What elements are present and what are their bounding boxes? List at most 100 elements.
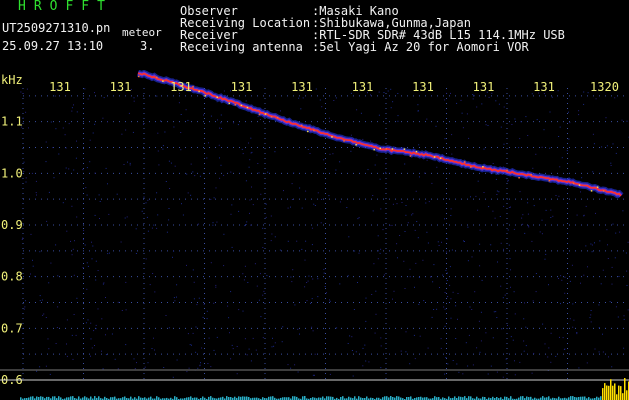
noise-dot: [242, 273, 244, 275]
noise-dot: [609, 301, 611, 303]
noise-dot: [583, 91, 585, 93]
noise-dot: [347, 343, 349, 344]
noise-dot: [364, 344, 366, 346]
level-bar: [542, 396, 544, 400]
noise-dot: [583, 274, 585, 276]
trace-speckle: [331, 136, 333, 138]
noise-dot: [349, 335, 351, 337]
noise-dot: [105, 297, 106, 298]
noise-dot: [194, 175, 196, 177]
noise-dot: [197, 367, 199, 369]
noise-dot: [380, 345, 382, 347]
trace-speckle: [156, 76, 158, 79]
noise-dot: [46, 220, 48, 222]
noise-dot: [558, 195, 560, 197]
noise-dot: [621, 119, 623, 121]
noise-dot: [223, 265, 225, 267]
noise-dot: [154, 349, 155, 351]
noise-dot: [615, 152, 617, 154]
noise-dot: [149, 284, 151, 286]
noise-dot: [168, 219, 170, 221]
noise-dot: [377, 258, 379, 260]
noise-dot: [372, 195, 374, 196]
trace-speckle: [138, 75, 140, 78]
noise-dot: [378, 114, 380, 116]
noise-dot: [592, 171, 594, 173]
noise-dot: [54, 95, 56, 97]
noise-dot: [95, 260, 97, 262]
noise-dot: [39, 300, 41, 302]
noise-dot: [431, 182, 433, 184]
x-tick-label: 131: [412, 80, 434, 94]
noise-dot: [71, 254, 73, 256]
noise-dot: [573, 319, 575, 321]
noise-dot: [147, 230, 149, 232]
noise-dot: [151, 227, 153, 229]
level-bar: [156, 396, 158, 400]
noise-dot: [299, 187, 301, 189]
noise-dot: [71, 205, 73, 207]
noise-dot: [246, 354, 248, 356]
noise-dot: [262, 294, 264, 296]
noise-dot: [447, 363, 449, 365]
noise-dot: [216, 221, 218, 223]
noise-dot: [255, 349, 257, 351]
trace-speckle: [530, 173, 532, 176]
noise-dot: [231, 344, 233, 346]
noise-dot: [569, 280, 571, 282]
x-tick-label: 131: [533, 80, 555, 94]
noise-dot: [95, 328, 97, 330]
level-bar: [246, 396, 248, 400]
y-tick-label: 0.7: [1, 321, 23, 335]
noise-dot: [440, 347, 442, 349]
spectrogram-svg: 131 131 131 131 131 131 131 131 131 1320 kHz 1.1 1.…: [0, 70, 629, 400]
level-bar: [238, 396, 240, 400]
noise-dot: [590, 243, 592, 245]
noise-dot: [523, 318, 525, 320]
noise-dot: [242, 310, 244, 312]
noise-dot: [174, 165, 176, 167]
noise-dot: [123, 164, 125, 165]
noise-dot: [387, 90, 389, 92]
noise-dot: [291, 281, 293, 283]
noise-dot: [444, 325, 446, 327]
noise-dot: [187, 119, 189, 121]
noise-dot: [523, 340, 525, 342]
noise-dot: [525, 326, 527, 328]
noise-dot: [111, 333, 113, 335]
noise-dot: [499, 216, 501, 217]
noise-dot: [461, 112, 463, 114]
noise-dot: [518, 147, 520, 149]
noise-dot: [236, 373, 238, 375]
noise-dot: [612, 143, 614, 145]
noise-dot: [228, 317, 230, 319]
noise-dot: [368, 361, 370, 363]
noise-dot: [181, 203, 182, 205]
level-bar: [468, 396, 470, 400]
noise-dot: [210, 198, 212, 200]
noise-dot: [53, 177, 55, 179]
noise-dot: [433, 309, 435, 310]
noise-dot: [102, 368, 104, 370]
trace-speckle: [548, 180, 551, 182]
noise-dot: [213, 349, 215, 351]
noise-dot: [238, 210, 240, 212]
noise-dot: [85, 187, 87, 189]
noise-dot: [544, 258, 546, 260]
noise-dot: [75, 334, 77, 336]
noise-dot: [91, 347, 93, 349]
noise-dot: [495, 311, 497, 313]
noise-dot: [618, 276, 620, 277]
noise-dot: [417, 237, 419, 239]
noise-dot: [431, 316, 433, 318]
noise-dot: [365, 360, 367, 362]
trace-speckle: [403, 148, 406, 150]
noise-dot: [125, 129, 127, 131]
noise-dot: [165, 315, 167, 316]
noise-dot: [503, 106, 505, 108]
noise-dot: [602, 333, 603, 335]
noise-dot: [312, 374, 314, 376]
noise-dot: [393, 290, 395, 292]
noise-dot: [249, 159, 251, 161]
noise-dot: [250, 152, 252, 154]
